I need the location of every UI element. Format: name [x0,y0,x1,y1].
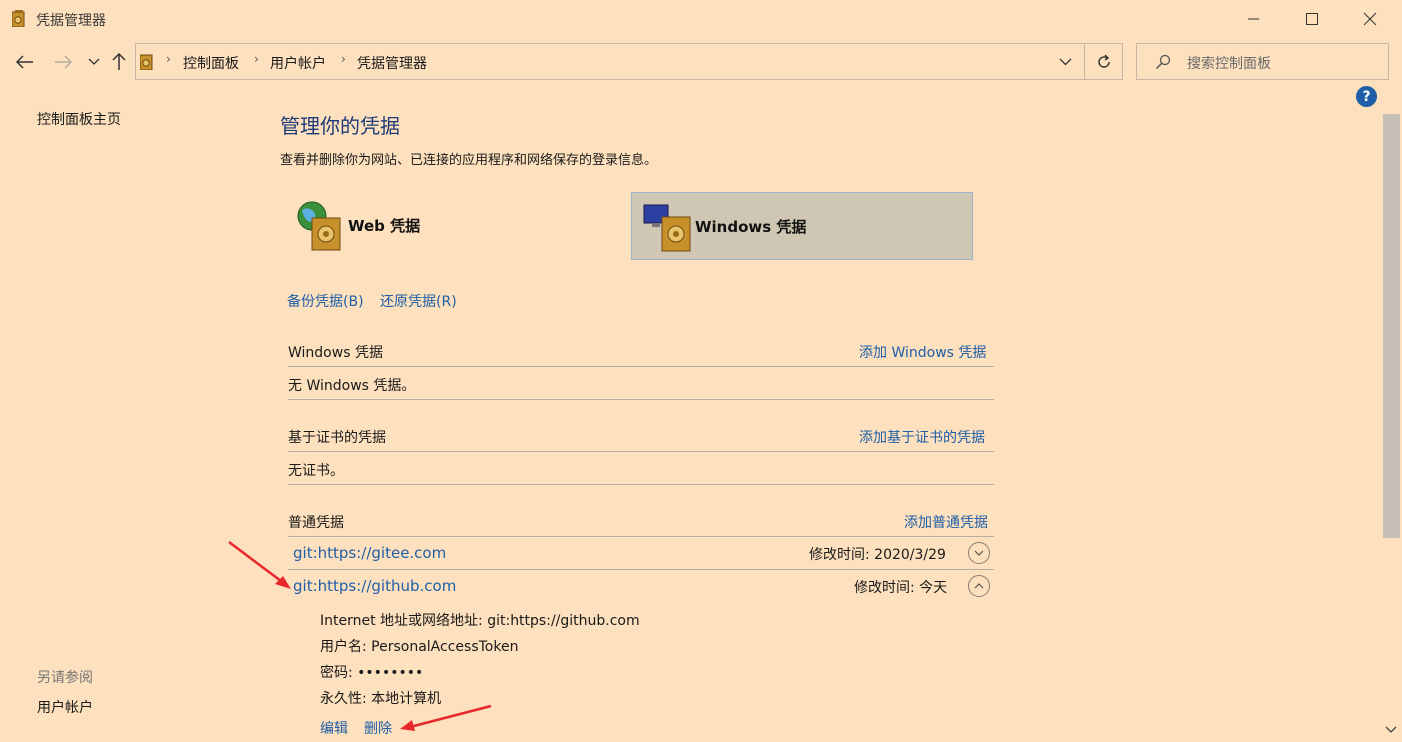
back-arrow-icon [16,55,33,69]
search-box[interactable]: 搜索控制面板 [1136,43,1389,80]
add-windows-credential-link[interactable]: 添加 Windows 凭据 [859,342,986,362]
window-title: 凭据管理器 [36,13,106,29]
title-bar: 凭据管理器 [0,0,1402,38]
back-button[interactable] [13,50,37,74]
credential-manager-icon [12,10,25,27]
credential-manager-icon [140,54,153,70]
collapse-button[interactable] [968,575,990,597]
up-arrow-icon [112,53,126,70]
scrollbar-thumb[interactable] [1383,114,1400,538]
close-icon [1363,12,1377,26]
credential-modified: 修改时间: 今天 [854,580,948,596]
see-also-heading: 另请参阅 [37,670,93,686]
chevron-down-icon [88,58,100,65]
forward-arrow-icon [55,55,72,69]
no-windows-credentials-text: 无 Windows 凭据。 [288,378,416,394]
expand-button[interactable] [968,542,990,564]
page-title: 管理你的凭据 [280,114,400,138]
generic-credentials-heading: 普通凭据 [288,515,344,531]
credential-modified: 修改时间: 2020/3/29 [809,547,946,563]
maximize-icon [1305,12,1318,25]
refresh-icon [1097,54,1110,68]
minimize-icon [1248,18,1259,20]
scroll-down-icon[interactable] [1385,726,1397,734]
search-icon [1155,54,1171,70]
credential-name[interactable]: git:https://gitee.com [293,544,446,562]
chevron-right-icon: › [166,52,171,66]
section-divider [288,484,994,485]
search-placeholder: 搜索控制面板 [1187,56,1271,72]
breadcrumb-user-accounts[interactable]: 用户帐户 [270,53,326,73]
annotation-arrow [400,704,492,731]
credential-name[interactable]: git:https://github.com [293,577,456,595]
windows-credential-vault-icon [643,204,691,252]
annotation-arrow [228,541,291,589]
refresh-button[interactable] [1085,43,1123,80]
windows-credentials-heading: Windows 凭据 [288,345,383,361]
credential-username: 用户名: PersonalAccessToken [320,639,519,655]
forward-button[interactable] [51,50,75,74]
help-button[interactable]: ? [1356,86,1377,107]
restore-credentials-link[interactable]: 还原凭据(R) [380,291,457,311]
section-divider [288,366,994,367]
add-certificate-credential-link[interactable]: 添加基于证书的凭据 [859,427,985,447]
add-generic-credential-link[interactable]: 添加普通凭据 [904,512,988,532]
breadcrumb-control-panel[interactable]: 控制面板 [183,53,239,73]
minimize-button[interactable] [1231,0,1277,38]
recent-locations-button[interactable] [82,50,106,74]
chevron-right-icon[interactable]: › [341,52,346,66]
edit-credential-link[interactable]: 编辑 [320,718,348,738]
up-button[interactable] [107,50,131,74]
address-bar[interactable]: › 控制面板 › 用户帐户 › 凭据管理器 [135,43,1085,80]
delete-credential-link[interactable]: 删除 [364,718,392,738]
credential-address: Internet 地址或网络地址: git:https://github.com [320,613,640,629]
section-divider [288,399,994,400]
page-description: 查看并删除你为网站、已连接的应用程序和网络保存的登录信息。 [280,153,658,168]
sidebar-user-accounts-link[interactable]: 用户帐户 [37,697,93,717]
credential-row-github[interactable]: git:https://github.com 修改时间: 今天 [288,571,994,601]
section-divider [288,536,994,537]
close-button[interactable] [1347,0,1393,38]
windows-credentials-label: Windows 凭据 [695,218,807,236]
web-credentials-label: Web 凭据 [348,217,421,235]
sidebar-control-panel-home[interactable]: 控制面板主页 [37,109,121,129]
section-divider [288,451,994,452]
breadcrumb-credential-manager[interactable]: 凭据管理器 [357,53,427,73]
chevron-up-icon [974,583,984,589]
chevron-down-icon [974,550,984,556]
row-divider [288,569,994,570]
web-credentials-tab[interactable]: Web 凭据 [289,192,631,260]
chevron-right-icon[interactable]: › [254,52,259,66]
maximize-button[interactable] [1289,0,1335,38]
credential-password: 密码: •••••••• [320,665,424,681]
certificate-credentials-heading: 基于证书的凭据 [288,430,386,446]
backup-credentials-link[interactable]: 备份凭据(B) [287,291,364,311]
no-certificates-text: 无证书。 [288,463,344,479]
credential-row-gitee[interactable]: git:https://gitee.com 修改时间: 2020/3/29 [288,538,994,568]
windows-credentials-tab[interactable]: Windows 凭据 [631,192,973,260]
web-credential-vault-icon [297,201,341,251]
address-dropdown-icon[interactable] [1059,58,1072,66]
